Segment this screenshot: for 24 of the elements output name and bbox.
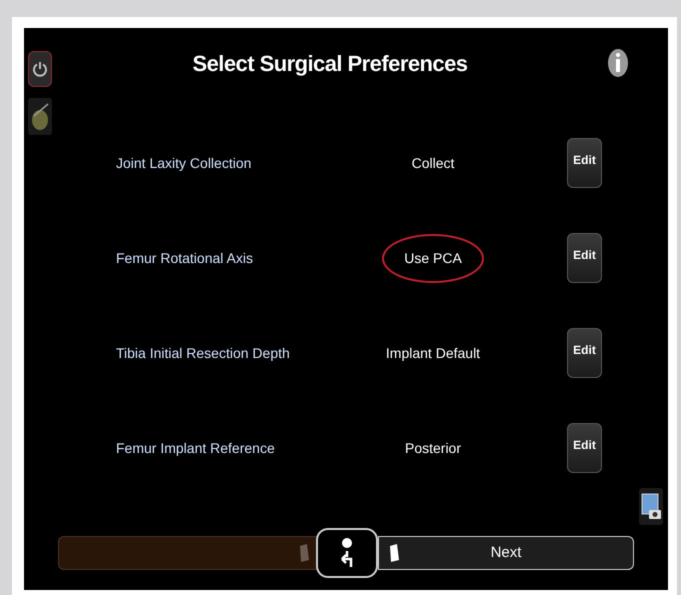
marker-icon: [389, 544, 399, 562]
preference-value: Implant Default: [384, 344, 482, 363]
preference-label: Tibia Initial Resection Depth: [116, 344, 291, 363]
circled-value: Use PCA: [382, 234, 484, 282]
person-return-icon: [339, 537, 355, 569]
knee-icon[interactable]: [28, 98, 52, 135]
info-icon[interactable]: [608, 48, 628, 78]
edit-button[interactable]: Edit: [567, 423, 602, 473]
slider-handle[interactable]: [316, 528, 378, 578]
preference-value: Collect: [410, 154, 456, 172]
edit-button[interactable]: Edit: [567, 328, 602, 378]
screenshot-icon[interactable]: [639, 488, 663, 525]
edit-button[interactable]: Edit: [567, 138, 602, 188]
power-button[interactable]: [28, 51, 52, 87]
page-title: Select Surgical Preferences: [192, 50, 468, 78]
marker-icon: [299, 544, 309, 562]
edit-button[interactable]: Edit: [567, 233, 602, 283]
preference-value: Posterior: [404, 438, 462, 458]
preference-label: Femur Rotational Axis: [116, 248, 254, 268]
preference-label: Femur Implant Reference: [116, 438, 276, 458]
next-slider-track[interactable]: Next: [378, 536, 634, 570]
power-icon: [32, 61, 48, 77]
preference-label: Joint Laxity Collection: [116, 154, 252, 173]
next-label: Next: [490, 542, 522, 563]
